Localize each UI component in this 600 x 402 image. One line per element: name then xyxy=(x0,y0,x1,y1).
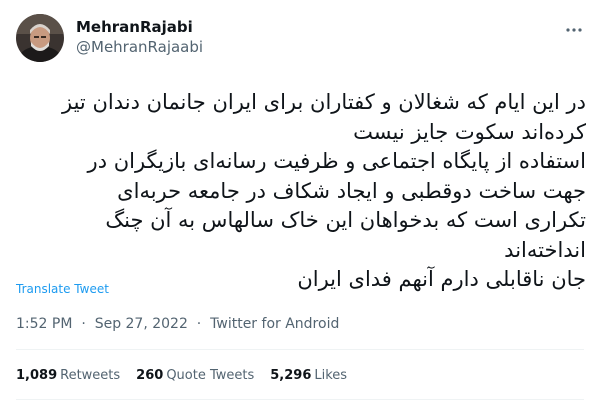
retweets-stat[interactable]: 1,089 Retweets xyxy=(16,368,120,383)
tweet-text-line: در این ایام که شغالان و کفتاران برای ایر… xyxy=(62,90,586,114)
retweets-label: Retweets xyxy=(60,368,121,383)
avatar[interactable] xyxy=(16,14,64,62)
tweet-date[interactable]: Sep 27, 2022 xyxy=(95,316,188,332)
quote-tweets-label: Quote Tweets xyxy=(166,368,255,383)
meta-separator: · xyxy=(192,316,206,332)
tweet-metadata: 1:52 PM · Sep 27, 2022 · Twitter for And… xyxy=(16,316,339,332)
tweet-source[interactable]: Twitter for Android xyxy=(210,316,339,332)
tweet-text-line: جهت ساخت دوقطبی و ایجاد شکاف در جامعه حر… xyxy=(117,178,586,203)
meta-separator: · xyxy=(76,316,91,332)
tweet-text-line: استفاده از پایگاه اجتماعی و ظرفیت رسانه‌… xyxy=(87,149,586,173)
author-handle[interactable]: @MehranRajaabi xyxy=(76,37,203,57)
engagement-stats: 1,089 Retweets 260 Quote Tweets 5,296 Likes xyxy=(16,368,363,383)
translate-tweet-link[interactable]: Translate Tweet xyxy=(16,282,109,296)
tweet-time[interactable]: 1:52 PM xyxy=(16,316,72,332)
more-options-button[interactable] xyxy=(562,18,586,42)
author-display-name[interactable]: MehranRajabi xyxy=(76,18,203,37)
likes-count: 5,296 xyxy=(270,368,312,383)
quote-tweets-count: 260 xyxy=(136,368,164,383)
tweet-card: MehranRajabi @MehranRajaabi در این ایام … xyxy=(0,0,600,402)
likes-stat[interactable]: 5,296 Likes xyxy=(270,368,347,383)
tweet-text: در این ایام که شغالان و کفتاران برای ایر… xyxy=(16,88,586,295)
author-info: MehranRajabi @MehranRajaabi xyxy=(76,18,203,57)
divider xyxy=(16,349,584,350)
more-horizontal-icon xyxy=(566,28,582,32)
tweet-text-line: تکراری است که بدخواهان این خاک سالهاس به… xyxy=(105,208,586,232)
divider xyxy=(16,399,584,400)
tweet-text-line: کرده‌اند سکوت جایز نیست xyxy=(353,119,586,144)
tweet-text-line: انداخته‌اند xyxy=(504,237,586,262)
retweets-count: 1,089 xyxy=(16,368,58,383)
quote-tweets-stat[interactable]: 260 Quote Tweets xyxy=(136,368,254,383)
likes-label: Likes xyxy=(314,368,348,383)
